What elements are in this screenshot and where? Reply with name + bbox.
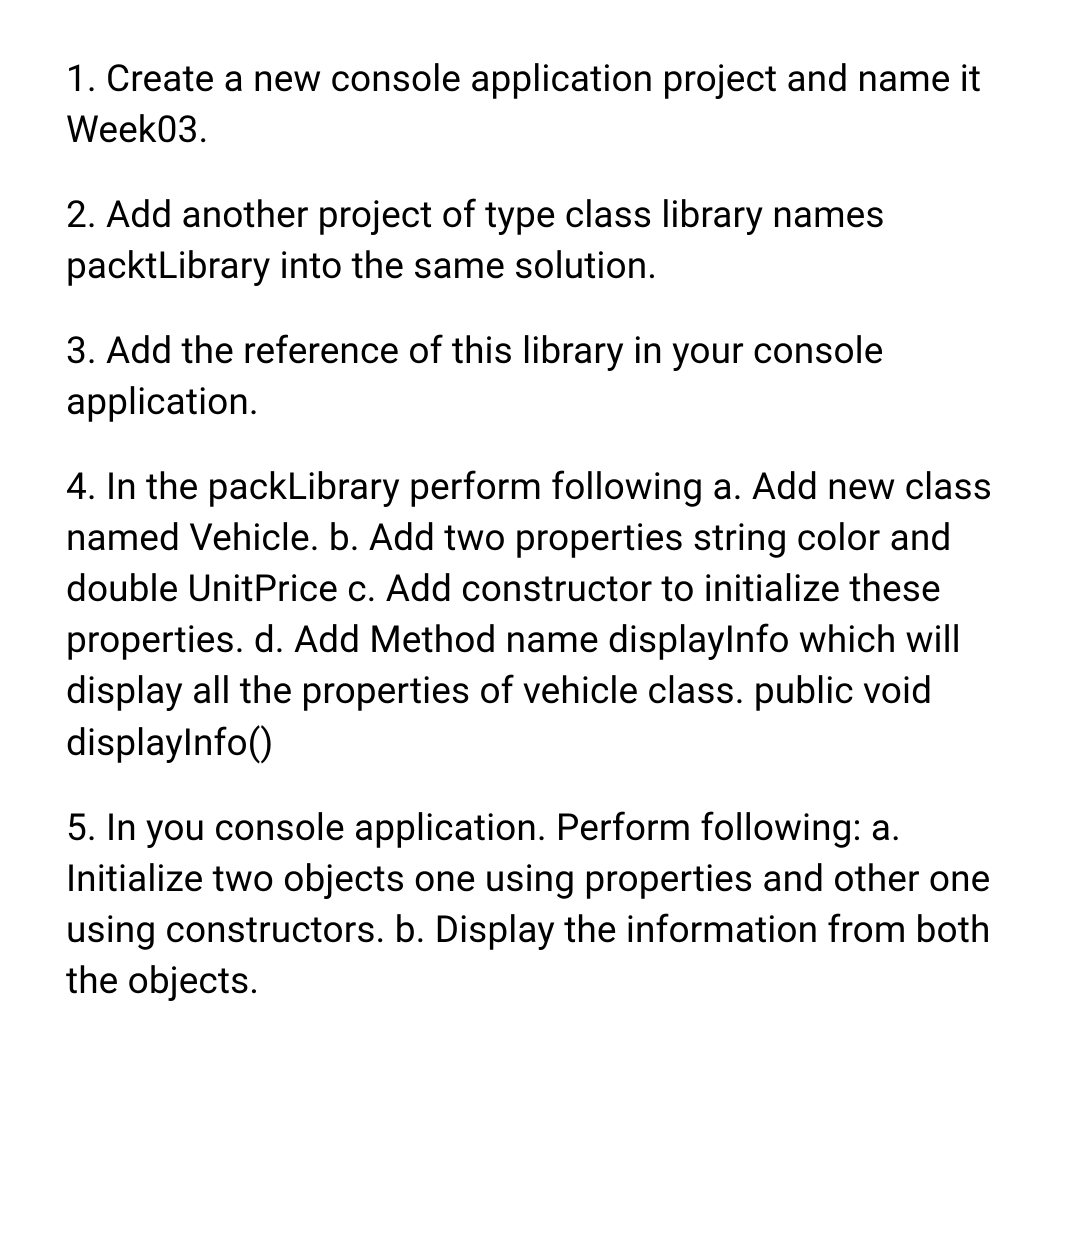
- instruction-step-2: 2. Add another project of type class lib…: [66, 190, 1018, 292]
- instruction-step-1: 1. Create a new console application proj…: [66, 54, 1018, 156]
- instruction-step-3: 3. Add the reference of this library in …: [66, 326, 1018, 428]
- instruction-step-4: 4. In the packLibrary perform following …: [66, 462, 1018, 768]
- instruction-step-5: 5. In you console application. Perform f…: [66, 803, 1018, 1007]
